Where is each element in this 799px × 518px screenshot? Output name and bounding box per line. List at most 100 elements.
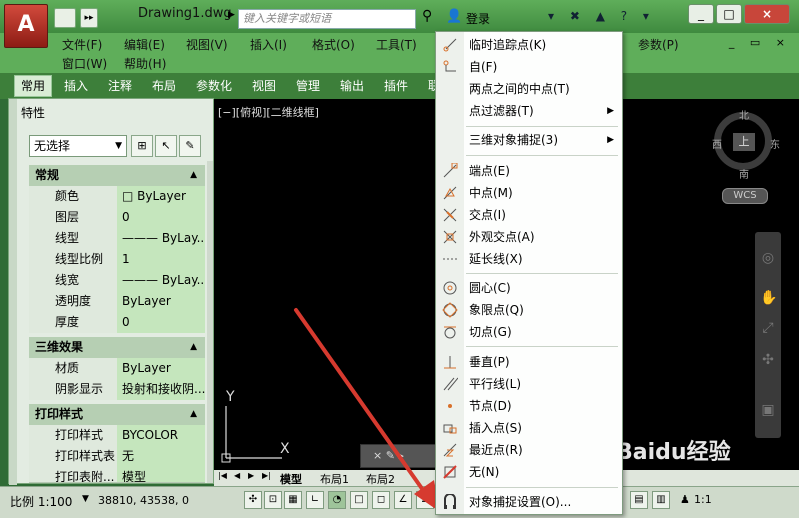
otrack-icon[interactable]: ∠ bbox=[394, 491, 412, 509]
menu-item-apparent-intersection[interactable]: 外观交点(A) bbox=[436, 226, 622, 248]
exchange-icons[interactable]: ▾ ✖ ▲ ? ▾ bbox=[548, 9, 655, 23]
property-row[interactable]: 线型 ——— ByLay... bbox=[29, 228, 205, 249]
menu-item-node[interactable]: 节点(D) bbox=[436, 395, 622, 417]
menu-item-quadrant[interactable]: 象限点(Q) bbox=[436, 299, 622, 321]
property-value[interactable]: 1 bbox=[117, 249, 205, 270]
annotation-scale[interactable]: 比例 1:100 bbox=[10, 493, 72, 510]
property-row[interactable]: 线型比例 1 bbox=[29, 249, 205, 270]
viewport-controls-label[interactable]: [−][俯视][二维线框] bbox=[218, 104, 319, 120]
menu-item-parallel[interactable]: 平行线(L) bbox=[436, 373, 622, 395]
property-row[interactable]: 线宽 ——— ByLay... bbox=[29, 270, 205, 291]
next-tab-icon[interactable]: ▶ bbox=[248, 471, 254, 480]
menu-item-perpendicular[interactable]: 垂直(P) bbox=[436, 351, 622, 373]
chevron-right-icon[interactable]: ▶ bbox=[228, 10, 238, 22]
property-row[interactable]: 打印表附... 模型 bbox=[29, 467, 205, 483]
prev-tab-icon[interactable]: ◀ bbox=[234, 471, 240, 480]
property-row[interactable]: 阴影显示 投射和接收阴... bbox=[29, 379, 205, 400]
quick-view-icon[interactable]: ▥ bbox=[652, 491, 670, 509]
menu-item-center[interactable]: 圆心(C) bbox=[436, 277, 622, 299]
wcs-menu-button[interactable]: WCS bbox=[722, 188, 768, 204]
property-value[interactable]: ByLayer bbox=[117, 291, 205, 312]
section-3d-effects[interactable]: 三维效果 ▲ bbox=[29, 337, 205, 358]
selection-dropdown[interactable]: 无选择 ▼ bbox=[29, 135, 127, 157]
command-line-handle[interactable]: × ✎ ▸ bbox=[360, 444, 436, 468]
tab-plugins[interactable]: 插件 bbox=[384, 77, 408, 94]
snap-mode-icon[interactable]: ⊡ bbox=[264, 491, 282, 509]
menu-item-nearest[interactable]: 最近点(R) bbox=[436, 439, 622, 461]
showmotion-icon[interactable]: ▣ bbox=[760, 402, 776, 418]
property-value[interactable]: ——— ByLay... bbox=[117, 270, 205, 291]
menu-item-extension[interactable]: 延长线(X) bbox=[436, 248, 622, 270]
property-row[interactable]: 打印样式 BYCOLOR bbox=[29, 425, 205, 446]
menu-item-insert[interactable]: 插入点(S) bbox=[436, 417, 622, 439]
search-input[interactable]: 键入关键字或短语 bbox=[238, 9, 416, 29]
menu-tools[interactable]: 工具(T) bbox=[376, 36, 417, 53]
menu-item-from[interactable]: 自(F) bbox=[436, 56, 622, 78]
menu-item-temp-track[interactable]: 临时追踪点(K) bbox=[436, 34, 622, 56]
binoculars-icon[interactable]: ⚲ bbox=[422, 8, 440, 26]
property-value[interactable]: □ ByLayer bbox=[117, 186, 205, 207]
3d-osnap-icon[interactable]: ◻ bbox=[372, 491, 390, 509]
tab-insert[interactable]: 插入 bbox=[64, 77, 88, 94]
menu-format[interactable]: 格式(O) bbox=[312, 36, 355, 53]
minimize-button[interactable]: _ bbox=[688, 4, 714, 24]
viewcube-top-face[interactable]: 上 bbox=[733, 133, 755, 151]
infer-constraints-icon[interactable]: ✣ bbox=[244, 491, 262, 509]
menu-item-intersection[interactable]: 交点(I) bbox=[436, 204, 622, 226]
scale-right[interactable]: 1:1 bbox=[694, 493, 712, 506]
property-value[interactable]: 0 bbox=[117, 207, 205, 228]
tab-manage[interactable]: 管理 bbox=[296, 77, 320, 94]
select-objects-icon[interactable]: ↖ bbox=[155, 135, 177, 157]
quick-select-icon[interactable]: ✎ bbox=[179, 135, 201, 157]
polar-tracking-icon[interactable]: ◔ bbox=[328, 491, 346, 509]
menu-window[interactable]: 窗口(W) bbox=[62, 55, 107, 72]
menu-insert[interactable]: 插入(I) bbox=[250, 36, 287, 53]
menu-view[interactable]: 视图(V) bbox=[186, 36, 228, 53]
pan-icon[interactable]: ✋ bbox=[760, 290, 777, 306]
zoom-icon[interactable]: ⤢ bbox=[760, 320, 776, 336]
coordinates-readout[interactable]: 38810, 43538, 0 bbox=[98, 494, 189, 507]
new-file-icon[interactable] bbox=[54, 8, 76, 28]
property-row[interactable]: 打印样式表无 bbox=[29, 446, 205, 467]
property-row[interactable]: 颜色 □ ByLayer bbox=[29, 186, 205, 207]
steering-wheel-icon[interactable]: ◎ bbox=[760, 250, 776, 266]
menu-params[interactable]: 参数(P) bbox=[638, 36, 679, 53]
toggle-pickadd-icon[interactable]: ⊞ bbox=[131, 135, 153, 157]
model-space-icon[interactable]: ▤ bbox=[630, 491, 648, 509]
tab-annotate[interactable]: 注释 bbox=[108, 77, 132, 94]
property-value[interactable]: 0 bbox=[117, 312, 205, 333]
tab-layout2[interactable]: 布局2 bbox=[366, 471, 395, 487]
ortho-mode-icon[interactable]: ∟ bbox=[306, 491, 324, 509]
orbit-icon[interactable]: ✣ bbox=[760, 352, 776, 368]
object-snap-icon[interactable]: □ bbox=[350, 491, 368, 509]
menu-item-none[interactable]: 无(N) bbox=[436, 461, 622, 483]
chevron-down-icon[interactable]: ▼ bbox=[82, 494, 89, 504]
palette-scrollbar[interactable] bbox=[207, 161, 213, 483]
tab-view[interactable]: 视图 bbox=[252, 77, 276, 94]
property-value[interactable]: BYCOLOR bbox=[117, 425, 205, 446]
tab-output[interactable]: 输出 bbox=[340, 77, 364, 94]
palette-grip[interactable] bbox=[9, 99, 17, 485]
property-value[interactable]: 模型 bbox=[117, 467, 205, 482]
menu-item-tangent[interactable]: 切点(G) bbox=[436, 321, 622, 343]
close-button[interactable]: × bbox=[744, 4, 790, 24]
tab-home[interactable]: 常用 bbox=[14, 75, 53, 97]
property-row[interactable]: 材质 ByLayer bbox=[29, 358, 205, 379]
tab-parametric[interactable]: 参数化 bbox=[196, 77, 232, 94]
section-plot-style[interactable]: 打印样式 ▲ bbox=[29, 404, 205, 425]
tab-layout1[interactable]: 布局1 bbox=[320, 471, 349, 487]
maximize-button[interactable]: □ bbox=[716, 4, 742, 24]
menu-item-point-filters[interactable]: 点过滤器(T) ▶ bbox=[436, 100, 622, 122]
property-row[interactable]: 图层 0 bbox=[29, 207, 205, 228]
application-menu-button[interactable]: A bbox=[4, 4, 48, 48]
first-tab-icon[interactable]: |◀ bbox=[218, 471, 227, 480]
last-tab-icon[interactable]: ▶| bbox=[262, 471, 271, 480]
property-row[interactable]: 厚度 0 bbox=[29, 312, 205, 333]
menu-item-endpoint[interactable]: 端点(E) bbox=[436, 160, 622, 182]
doc-window-controls[interactable]: _ ▭ × bbox=[729, 36, 791, 49]
menu-file[interactable]: 文件(F) bbox=[62, 36, 102, 53]
ducs-icon[interactable]: ⊿ bbox=[416, 491, 434, 509]
property-row[interactable]: 透明度 ByLayer bbox=[29, 291, 205, 312]
annotation-scale-icon[interactable]: ♟ bbox=[680, 493, 690, 506]
tab-model[interactable]: 模型 bbox=[280, 471, 302, 487]
